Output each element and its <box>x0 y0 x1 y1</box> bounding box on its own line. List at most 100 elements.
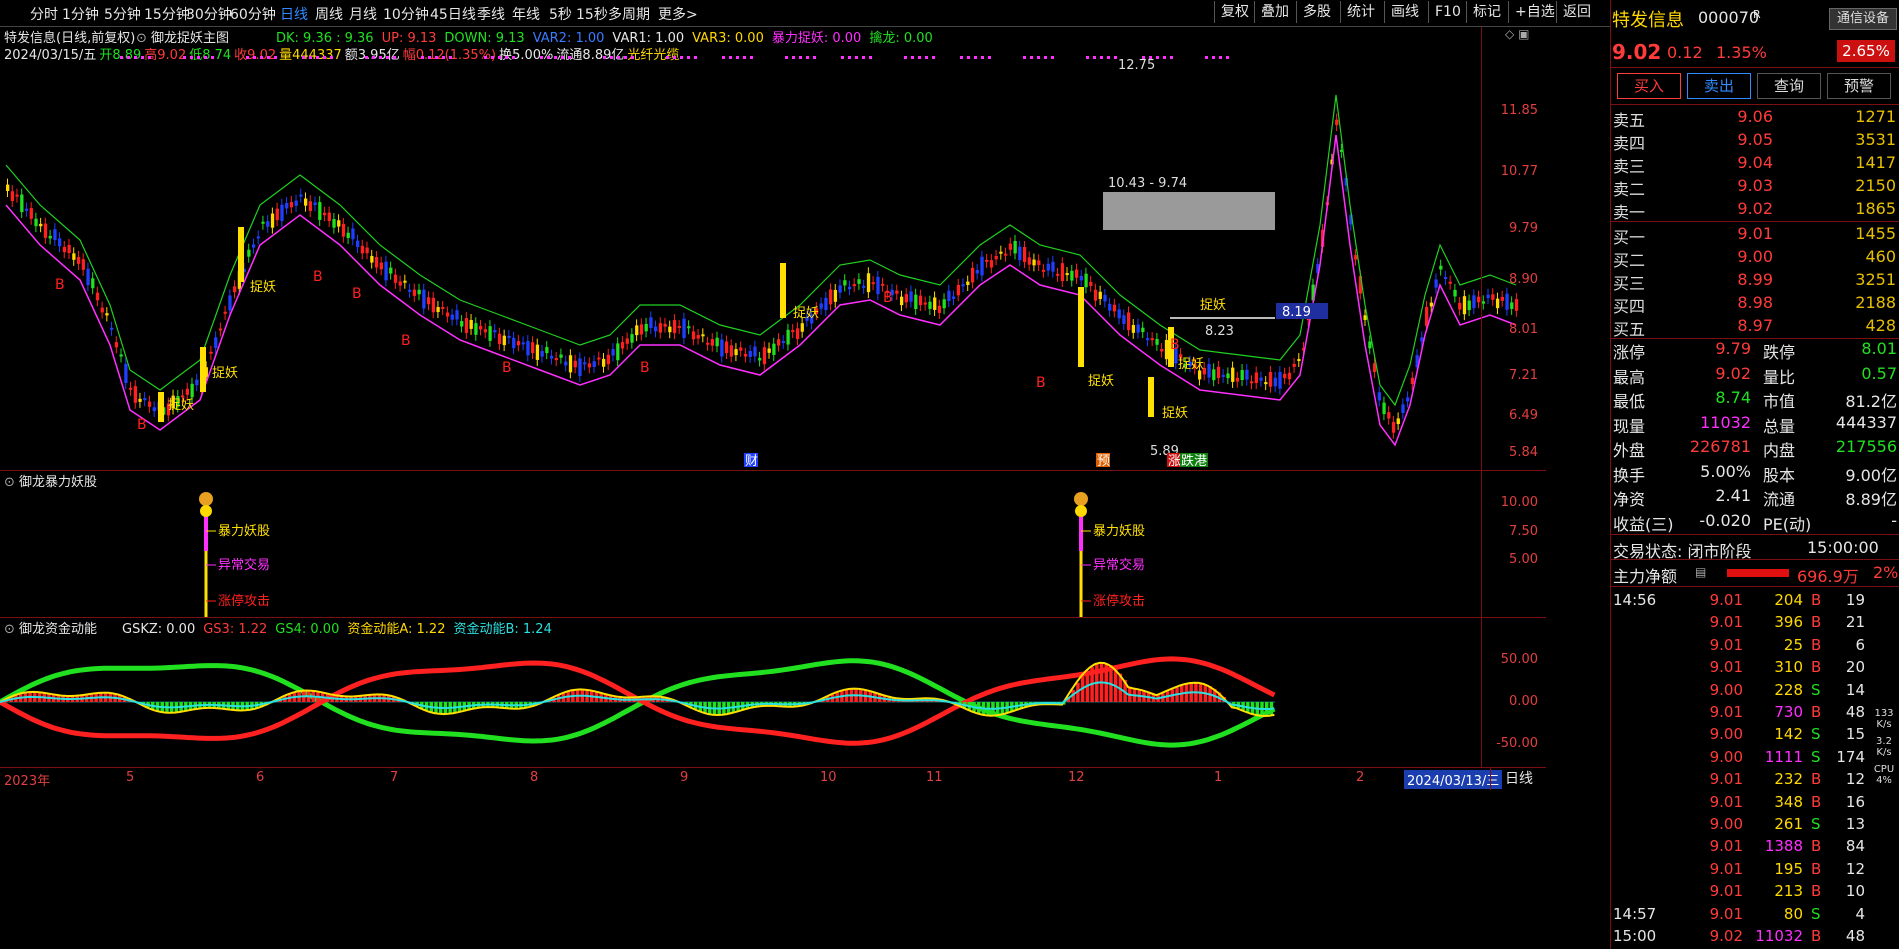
period-tab[interactable]: 季线 <box>477 4 505 24</box>
tick-row[interactable]: 9.01 213 B 10 <box>1611 882 1899 904</box>
period-tab[interactable]: 日线 <box>280 4 308 24</box>
query-button[interactable]: 查询 <box>1757 73 1821 99</box>
tick-row[interactable]: 14:57 9.01 80 S 4 <box>1611 905 1899 927</box>
signal-dot <box>505 56 508 59</box>
toolbar-button[interactable]: 画线 <box>1384 1 1425 23</box>
tick-row[interactable]: 9.00 142 S 15 <box>1611 725 1899 747</box>
tick-row[interactable]: 9.01 195 B 12 <box>1611 860 1899 882</box>
candle-body <box>223 311 227 314</box>
catch-signal-label: 捉妖 <box>168 398 194 413</box>
tick-direction: S <box>1811 725 1821 744</box>
order-book-row[interactable]: 买三 8.99 3251 <box>1611 270 1899 293</box>
tick-row[interactable]: 9.00 261 S 13 <box>1611 815 1899 837</box>
toolbar-button[interactable]: F10 <box>1428 1 1467 23</box>
signal-dot <box>869 56 872 59</box>
order-book-row[interactable]: 买一 9.01 1455 <box>1611 224 1899 247</box>
list-icon[interactable]: ▤ <box>1695 565 1706 579</box>
period-tab[interactable]: 周线 <box>315 4 343 24</box>
tick-row[interactable]: 9.01 310 B 20 <box>1611 658 1899 680</box>
main-kline-panel[interactable]: 特发信息(日线,前复权) ⊙ 御龙捉妖主图 DK: 9.36 : 9.36 UP:… <box>0 27 1546 470</box>
tick-row[interactable]: 9.00 228 S 14 <box>1611 681 1899 703</box>
candle-body <box>337 220 341 227</box>
period-tab[interactable]: 15分钟 <box>144 4 190 24</box>
time-tick-label: 2023年 <box>4 774 51 789</box>
tick-row[interactable]: 9.01 232 B 12 <box>1611 770 1899 792</box>
toolbar-button[interactable]: 复权 <box>1214 1 1255 23</box>
toolbar-button[interactable]: +自选 <box>1508 1 1561 23</box>
order-book-row[interactable]: 卖一 9.02 1865 <box>1611 199 1899 222</box>
candle-body <box>1467 300 1471 311</box>
candle-body <box>403 280 407 283</box>
order-book-row[interactable]: 卖二 9.03 2150 <box>1611 176 1899 199</box>
period-tab[interactable]: 月线 <box>349 4 377 24</box>
order-book-row[interactable]: 卖四 9.05 3531 <box>1611 130 1899 153</box>
toolbar-button[interactable]: 叠加 <box>1254 1 1295 23</box>
candle-body <box>1164 339 1169 360</box>
order-book-row[interactable]: 买二 9.00 460 <box>1611 247 1899 270</box>
kline-chart-canvas[interactable]: BBBBBB BBBB捉妖捉妖捉妖捉妖捉妖捉妖捉妖捉妖12.7510.43 - 9… <box>0 27 1546 470</box>
time-tick-label: 2 <box>1356 770 1365 785</box>
alert-button[interactable]: 预警 <box>1827 73 1891 99</box>
order-book-row[interactable]: 卖三 9.04 1417 <box>1611 153 1899 176</box>
tick-row[interactable]: 9.01 396 B 21 <box>1611 613 1899 635</box>
period-tab[interactable]: 1分钟 <box>62 4 99 24</box>
candle-body <box>1448 281 1452 284</box>
industry-button[interactable]: 通信设备 <box>1829 8 1897 30</box>
candle-body <box>739 347 743 351</box>
candle-body <box>1240 370 1244 381</box>
toolbar-button[interactable]: 多股 <box>1296 1 1337 23</box>
tick-row[interactable]: 9.01 25 B 6 <box>1611 636 1899 658</box>
period-tab[interactable]: 年线 <box>512 4 540 24</box>
period-tab[interactable]: 60分钟 <box>230 4 276 24</box>
lower-band-line <box>5 134 1517 447</box>
tick-row[interactable]: 14:56 9.01 204 B 19 <box>1611 591 1899 613</box>
order-book-row[interactable]: 买五 8.97 428 <box>1611 316 1899 339</box>
tick-row[interactable]: 9.01 730 B 48 <box>1611 703 1899 725</box>
stat-value: -0.020 <box>1699 510 1751 530</box>
panel3-canvas[interactable] <box>0 618 1546 768</box>
tick-price: 9.01 <box>1709 703 1743 721</box>
period-tab[interactable]: 15秒 <box>576 4 608 24</box>
period-tab[interactable]: 多周期 <box>608 4 650 24</box>
candle-body <box>904 294 908 303</box>
candle-body <box>928 301 932 309</box>
tick-volume: 348 <box>1774 792 1803 811</box>
period-tab[interactable]: 5分钟 <box>104 4 141 24</box>
period-tab[interactable]: 更多> <box>658 4 698 24</box>
tick-price: 9.00 <box>1709 680 1743 699</box>
period-tab[interactable]: 30分钟 <box>186 4 232 24</box>
capital-momentum-panel[interactable]: ⊙ 御龙资金动能 GSKZ: 0.00 GS3: 1.22 GS4: 0.00 资金动… <box>0 617 1546 768</box>
toolbar-button[interactable]: 统计 <box>1340 1 1381 23</box>
toolbar-button[interactable]: 返回 <box>1556 1 1597 23</box>
order-book-row[interactable]: 买四 8.98 2188 <box>1611 293 1899 316</box>
tick-row[interactable]: 9.01 348 B 16 <box>1611 793 1899 815</box>
tick-row[interactable]: 9.00 1111 S 174 <box>1611 748 1899 770</box>
order-book-row[interactable]: 卖五 9.06 1271 <box>1611 107 1899 130</box>
candle-body <box>431 297 435 313</box>
tick-volume: 730 <box>1774 703 1803 721</box>
candle-body <box>975 270 979 274</box>
candle-body <box>1462 296 1467 315</box>
signal-dot <box>862 56 865 59</box>
yaolong-violent-panel[interactable]: ⊙ 御龙暴力妖股 暴力妖股 异常交易 涨停攻击 暴力妖股 异常交易 涨停攻击 10.00 7… <box>0 470 1546 617</box>
sell-button[interactable]: 卖出 <box>1687 73 1751 99</box>
stat-value: 9.79 <box>1715 339 1751 358</box>
candle-body <box>724 341 729 354</box>
signal-dot <box>484 56 487 59</box>
signal-dot <box>1114 56 1117 59</box>
period-tab[interactable]: 10分钟 <box>383 4 429 24</box>
candle-body <box>1391 421 1396 433</box>
tick-count: 16 <box>1845 792 1865 811</box>
tick-row[interactable]: 15:00 9.02 11032 B 48 <box>1611 927 1899 949</box>
candle-body <box>1037 260 1041 266</box>
buy-button[interactable]: 买入 <box>1617 73 1681 99</box>
period-indicator[interactable]: 日线 <box>1490 768 1547 790</box>
panel2-canvas[interactable]: 暴力妖股异常交易涨停攻击 暴力妖股异常交易涨停攻击 <box>0 471 1546 617</box>
tick-volume: 142 <box>1774 725 1803 744</box>
period-tab[interactable]: 5秒 <box>549 4 572 24</box>
period-tab[interactable]: 分时 <box>30 4 58 24</box>
level-price: 9.01 <box>1737 224 1773 243</box>
tick-row[interactable]: 9.01 1388 B 84 <box>1611 837 1899 859</box>
toolbar-button[interactable]: 标记 <box>1466 1 1507 23</box>
period-tab[interactable]: 45日线 <box>430 4 476 24</box>
